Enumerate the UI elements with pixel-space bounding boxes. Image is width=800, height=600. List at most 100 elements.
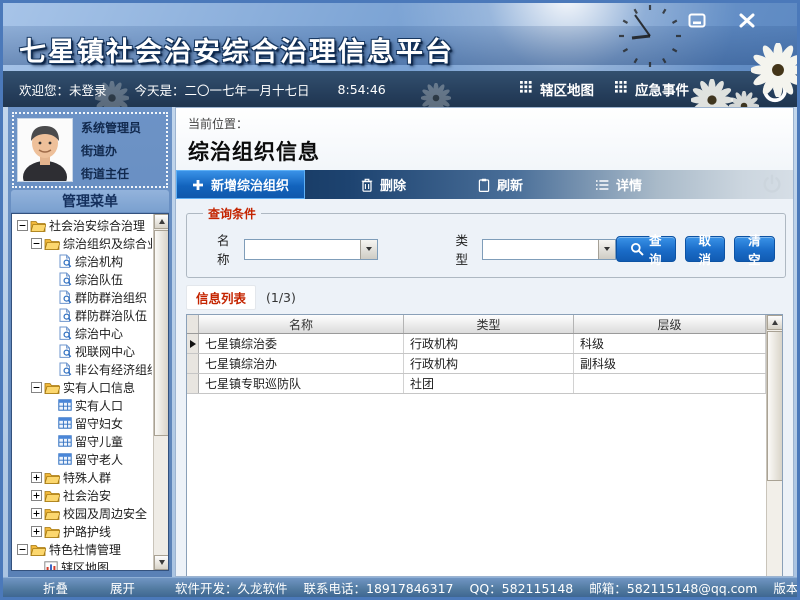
folder-icon (44, 237, 60, 250)
row-selector[interactable] (187, 374, 199, 393)
tree-item-综治队伍[interactable]: 综治队伍 (13, 270, 152, 288)
row-selector[interactable] (187, 334, 199, 353)
close-button[interactable] (735, 11, 759, 29)
tree-item-label: 留守儿童 (75, 433, 123, 450)
tree-item-特殊人群[interactable]: 特殊人群 (13, 468, 152, 486)
power-icon (760, 75, 790, 105)
expand-node-icon[interactable] (31, 508, 42, 519)
tree-item-实有人口信息[interactable]: 实有人口信息 (13, 378, 152, 396)
doc-icon (58, 326, 72, 340)
tree-scrollbar[interactable] (153, 214, 168, 570)
tree-item-群防群治队伍[interactable]: 群防群治队伍 (13, 306, 152, 324)
查询-button[interactable]: 查询 (616, 236, 676, 262)
menu-title: 管理菜单 (11, 190, 169, 212)
type-combo-input[interactable] (483, 240, 598, 259)
close-icon (739, 13, 755, 28)
取消-button[interactable]: 取消 (685, 236, 726, 262)
minimize-button[interactable] (685, 11, 709, 29)
welcome-bar: 欢迎您：未登录 今天是：二〇一七年一月十七日 8:54:46 辖区地图 应急事件 (3, 71, 797, 107)
tree-item-label: 综治机构 (75, 253, 123, 270)
type-combobox[interactable] (482, 239, 616, 260)
search-icon (630, 242, 644, 256)
tree-item-综治机构[interactable]: 综治机构 (13, 252, 152, 270)
title-bar: 七星镇社会治安综合治理信息平台 (3, 3, 797, 71)
清空-button[interactable]: 清空 (734, 236, 775, 262)
tree-item-实有人口[interactable]: 实有人口 (13, 396, 152, 414)
doc-icon (58, 362, 72, 376)
nav-label: 辖区地图 (540, 79, 594, 99)
scroll-up-icon[interactable] (154, 214, 169, 229)
collapse-node-icon[interactable] (17, 544, 28, 555)
toolbar-button-label: 详情 (616, 175, 642, 194)
query-legend: 查询条件 (203, 205, 261, 222)
table-row[interactable]: 七星镇专职巡防队社团 (187, 374, 766, 394)
tree-item-群防群治组织[interactable]: 群防群治组织 (13, 288, 152, 306)
folder-icon (44, 471, 60, 484)
tree-item-label: 留守妇女 (75, 415, 123, 432)
chevron-down-icon[interactable] (360, 240, 377, 259)
toolbar-button-刷新[interactable]: 刷新 (462, 170, 539, 199)
user-role: 系统管理员 (81, 119, 141, 136)
grid-header-row: 名称类型层级 (187, 315, 766, 334)
tree-item-综治中心[interactable]: 综治中心 (13, 324, 152, 342)
expand-node-icon[interactable] (31, 490, 42, 501)
toolbar-power-icon[interactable] (761, 173, 783, 199)
collapse-node-icon[interactable] (31, 238, 42, 249)
tree-item-社会治安综合治理[interactable]: 社会治安综合治理 (13, 216, 152, 234)
toolbar-button-新增综治组织[interactable]: 新增综治组织 (176, 170, 305, 199)
column-header-层级[interactable]: 层级 (574, 315, 766, 333)
button-label: 查询 (649, 230, 662, 268)
expand-node-icon[interactable] (31, 472, 42, 483)
name-combo-input[interactable] (245, 240, 360, 259)
tree-item-辖区地图[interactable]: 辖区地图 (13, 558, 152, 570)
welcome-text: 欢迎您：未登录 (19, 80, 107, 99)
tree-item-校园及周边安全[interactable]: 校园及周边安全 (13, 504, 152, 522)
name-field-label: 名称 (217, 230, 230, 268)
tree-item-综治组织及综合业务[interactable]: 综治组织及综合业务 (13, 234, 152, 252)
collapse-node-icon[interactable] (17, 220, 28, 231)
tree-item-非公有经济组织[interactable]: 非公有经济组织 (13, 360, 152, 378)
table-icon (58, 435, 72, 447)
collapse-node-icon[interactable] (31, 382, 42, 393)
clipboard-icon (478, 178, 490, 192)
tree-item-特色社情管理[interactable]: 特色社情管理 (13, 540, 152, 558)
expand-node-icon[interactable] (31, 526, 42, 537)
tree-item-留守妇女[interactable]: 留守妇女 (13, 414, 152, 432)
table-cell: 科级 (574, 334, 766, 353)
tree-item-留守老人[interactable]: 留守老人 (13, 450, 152, 468)
doc-icon (58, 254, 72, 268)
toolbar-button-删除[interactable]: 删除 (345, 170, 422, 199)
time-text: 8:54:46 (338, 82, 386, 97)
row-selector[interactable] (187, 354, 199, 373)
collapse-button[interactable]: 折叠 (43, 578, 68, 597)
scrollbar-thumb[interactable] (767, 331, 783, 481)
user-role: 街道办 (81, 142, 141, 159)
scrollbar-thumb[interactable] (154, 230, 169, 436)
tree-item-护路护线[interactable]: 护路护线 (13, 522, 152, 540)
grid-scrollbar[interactable] (766, 315, 782, 577)
logout-power-button[interactable] (759, 74, 791, 106)
grid-selector-header (187, 315, 199, 333)
grid-icon (520, 81, 532, 97)
grid-icon (615, 81, 627, 97)
table-row[interactable]: 七星镇综治委行政机构科级 (187, 334, 766, 354)
nav-emergency-button[interactable]: 应急事件 (615, 71, 689, 107)
chevron-down-icon[interactable] (598, 240, 615, 259)
expand-button[interactable]: 展开 (110, 578, 135, 597)
status-text: 软件开发：久龙软件 (175, 578, 288, 597)
scroll-up-icon[interactable] (767, 315, 783, 330)
tree-item-label: 实有人口信息 (63, 379, 135, 396)
table-row[interactable]: 七星镇综治办行政机构副科级 (187, 354, 766, 374)
column-header-名称[interactable]: 名称 (199, 315, 404, 333)
name-combobox[interactable] (244, 239, 378, 260)
column-header-类型[interactable]: 类型 (404, 315, 574, 333)
query-fieldset: 查询条件 名称 类型 查询取消清空 (186, 205, 786, 278)
folder-icon (44, 381, 60, 394)
nav-district-map-button[interactable]: 辖区地图 (520, 71, 594, 107)
scroll-down-icon[interactable] (154, 555, 169, 570)
folder-icon (44, 525, 60, 538)
toolbar-button-详情[interactable]: 详情 (579, 170, 658, 199)
tree-item-留守儿童[interactable]: 留守儿童 (13, 432, 152, 450)
tree-item-视联网中心[interactable]: 视联网中心 (13, 342, 152, 360)
tree-item-社会治安[interactable]: 社会治安 (13, 486, 152, 504)
